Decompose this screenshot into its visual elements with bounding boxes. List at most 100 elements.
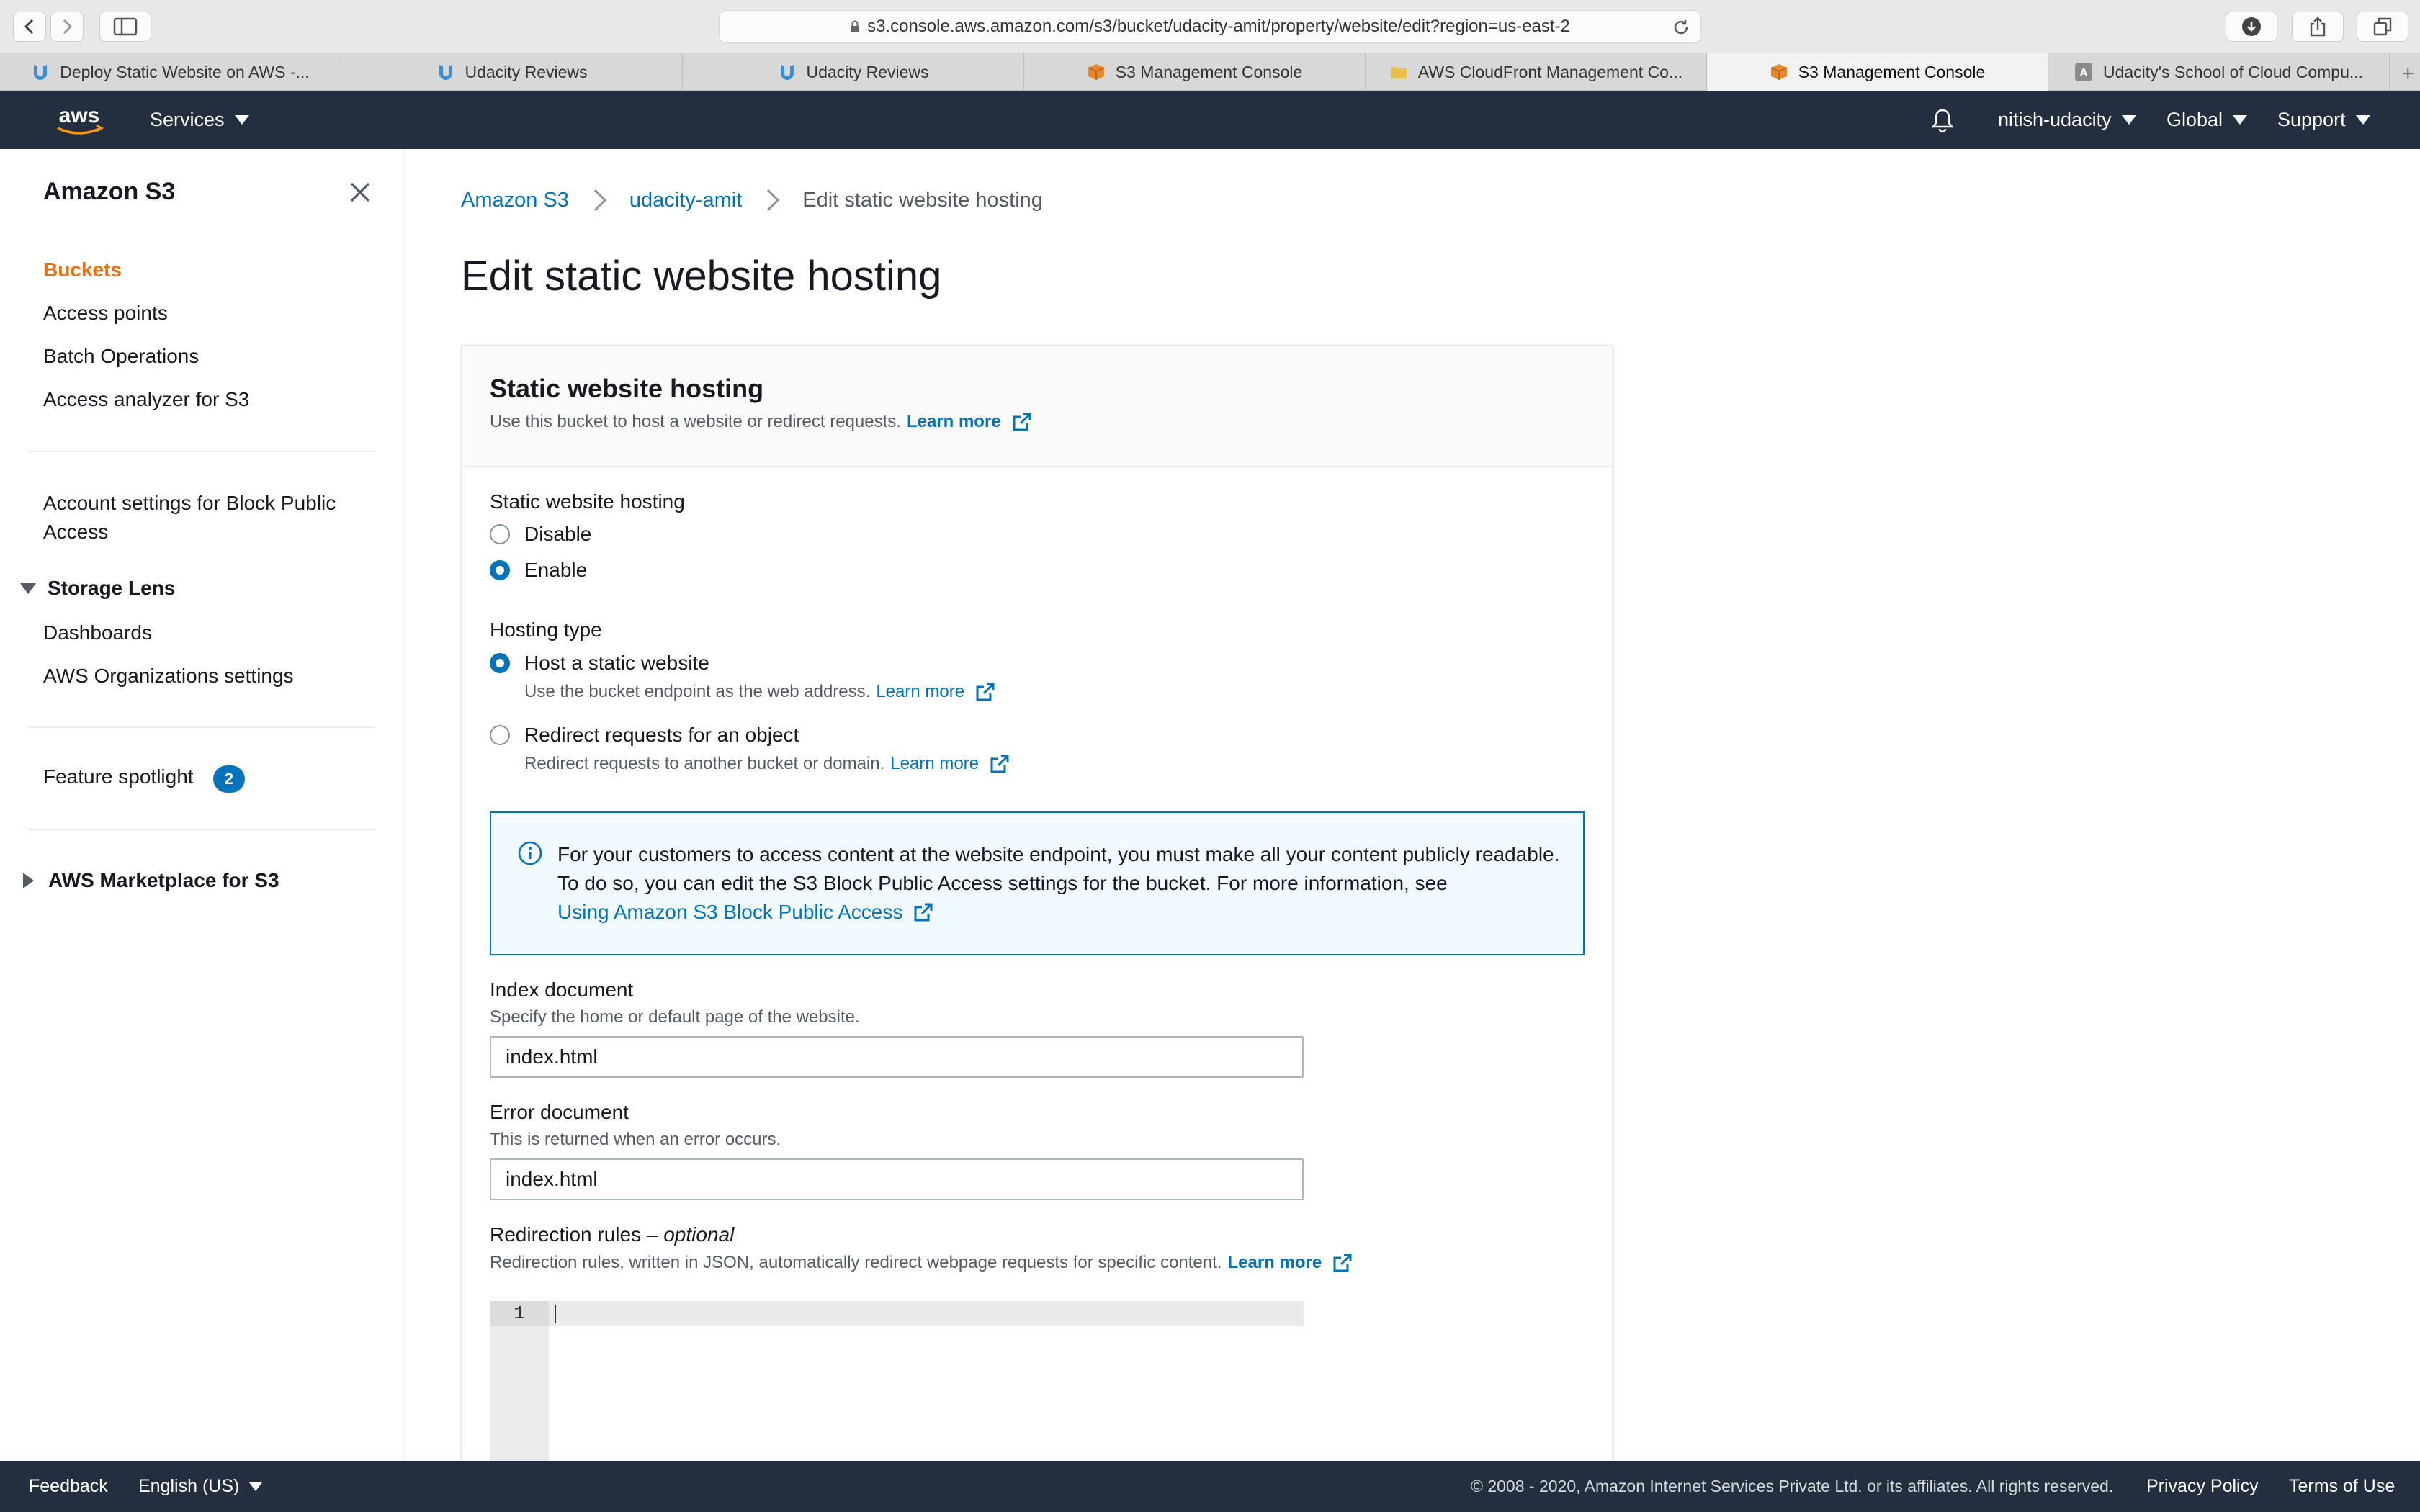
- downloads-button[interactable]: [2226, 12, 2277, 42]
- radio-checked[interactable]: [490, 653, 510, 673]
- forward-button[interactable]: [50, 12, 84, 42]
- browser-tab[interactable]: Udacity Reviews: [683, 53, 1024, 91]
- udacity-icon: [34, 65, 48, 80]
- share-icon: [2310, 17, 2326, 37]
- radio-unchecked[interactable]: [490, 524, 510, 544]
- caret-down-icon: [20, 582, 36, 594]
- redirect-requests-description: Redirect requests to another bucket or d…: [524, 753, 1010, 775]
- sidebar-section-storage-lens[interactable]: Storage Lens: [20, 577, 175, 600]
- services-menu[interactable]: Services: [150, 91, 249, 149]
- sidebar-toggle-button[interactable]: [99, 12, 151, 42]
- browser-tab[interactable]: S3 Management Console: [1024, 53, 1366, 91]
- radio-label: Redirect requests for an object: [524, 724, 799, 746]
- description-text: Redirection rules, written in JSON, auto…: [490, 1253, 1222, 1272]
- breadcrumb-bucket[interactable]: udacity-amit: [629, 189, 742, 212]
- radio-unchecked[interactable]: [490, 725, 510, 745]
- learn-more-link[interactable]: Learn more: [876, 682, 964, 702]
- text-cursor: [555, 1305, 556, 1323]
- external-link-icon[interactable]: [1332, 1252, 1353, 1274]
- option-description: Redirect requests to another bucket or d…: [524, 754, 885, 773]
- sidebar-item-access-points[interactable]: Access points: [43, 302, 168, 325]
- editor-gutter: [490, 1301, 549, 1467]
- option-description: Use the bucket endpoint as the web addre…: [524, 682, 871, 701]
- new-tab-button[interactable]: +: [2401, 62, 2414, 86]
- disable-radio-option[interactable]: Disable: [490, 523, 591, 546]
- chevron-right-icon: [767, 189, 780, 212]
- share-button[interactable]: [2292, 12, 2344, 42]
- index-document-input[interactable]: [490, 1036, 1304, 1078]
- sidebar-item-feature-spotlight[interactable]: Feature spotlight: [43, 765, 194, 788]
- notification-count-badge: 2: [213, 765, 245, 793]
- sidebar-item-batch-operations[interactable]: Batch Operations: [43, 345, 199, 368]
- chevron-left-icon: [24, 19, 34, 35]
- info-alert: For your customers to access content at …: [490, 811, 1585, 955]
- folder-icon: [1390, 67, 1407, 78]
- account-label: nitish-udacity: [1998, 109, 2112, 130]
- caret-down-icon: [2121, 115, 2136, 125]
- region-menu[interactable]: Global: [2166, 91, 2248, 149]
- terms-of-use-link[interactable]: Terms of Use: [2289, 1461, 2395, 1512]
- aws-cube-icon: [1088, 64, 1105, 80]
- account-menu[interactable]: nitish-udacity: [1998, 91, 2136, 149]
- reload-icon[interactable]: [1672, 18, 1690, 37]
- nav-divider: [27, 829, 375, 830]
- udacity-icon: [439, 65, 452, 80]
- feedback-link[interactable]: Feedback: [29, 1461, 108, 1512]
- caret-down-icon: [2355, 115, 2370, 125]
- sidebar-item-block-public-access[interactable]: Account settings for Block Public Access: [43, 489, 360, 546]
- sidebar-item-buckets[interactable]: Buckets: [43, 258, 122, 282]
- learn-more-link[interactable]: Learn more: [1227, 1253, 1322, 1273]
- address-bar[interactable]: s3.console.aws.amazon.com/s3/bucket/udac…: [719, 10, 1701, 43]
- breadcrumb: Amazon S3 udacity-amit Edit static websi…: [461, 186, 1043, 215]
- copyright-text: © 2008 - 2020, Amazon Internet Services …: [1471, 1477, 2114, 1495]
- external-link-icon[interactable]: [974, 681, 996, 703]
- error-document-input[interactable]: [490, 1158, 1304, 1200]
- host-static-website-option[interactable]: Host a static website: [490, 652, 709, 675]
- learn-more-link[interactable]: Learn more: [890, 754, 979, 774]
- aws-top-nav: aws Services nitish-udacity Global Suppo…: [0, 91, 2420, 149]
- enable-radio-option[interactable]: Enable: [490, 559, 587, 582]
- sidebar-item-access-analyzer[interactable]: Access analyzer for S3: [43, 388, 249, 411]
- index-document-label: Index document: [490, 978, 634, 1001]
- services-label: Services: [150, 109, 225, 130]
- panel-header: Static website hosting Use this bucket t…: [462, 346, 1612, 467]
- support-menu[interactable]: Support: [2277, 91, 2370, 149]
- external-link-icon[interactable]: [989, 753, 1010, 775]
- browser-tab-active[interactable]: S3 Management Console: [1707, 53, 2048, 91]
- index-document-description: Specify the home or default page of the …: [490, 1007, 860, 1027]
- notifications-button[interactable]: [1930, 91, 1955, 149]
- external-link-icon: [914, 903, 933, 922]
- sidebar-item-organizations-settings[interactable]: AWS Organizations settings: [43, 665, 294, 688]
- editor-active-line[interactable]: [549, 1301, 1304, 1326]
- back-button[interactable]: [13, 12, 46, 42]
- tab-strip: Deploy Static Website on AWS -... Udacit…: [0, 53, 2420, 91]
- tab-overview-button[interactable]: [2357, 12, 2408, 42]
- aws-logo[interactable]: aws: [50, 101, 108, 138]
- close-icon[interactable]: [347, 179, 373, 205]
- browser-tab[interactable]: AWS CloudFront Management Co...: [1366, 53, 1707, 91]
- learn-more-link[interactable]: Learn more: [907, 412, 1001, 432]
- tab-label: Deploy Static Website on AWS -...: [60, 62, 310, 81]
- radio-checked[interactable]: [490, 560, 510, 580]
- sidebar-item-dashboards[interactable]: Dashboards: [43, 621, 152, 644]
- sidebar-section-marketplace[interactable]: AWS Marketplace for S3: [20, 869, 279, 892]
- redirection-rules-editor[interactable]: 1: [490, 1301, 1304, 1467]
- breadcrumb-amazon-s3[interactable]: Amazon S3: [461, 189, 569, 212]
- browser-tab[interactable]: A Udacity's School of Cloud Compu...: [2048, 53, 2390, 91]
- support-label: Support: [2277, 109, 2346, 130]
- letter-a-icon: A: [2074, 63, 2092, 81]
- external-link-icon[interactable]: [1011, 411, 1033, 433]
- block-public-access-link[interactable]: Using Amazon S3 Block Public Access: [557, 898, 934, 927]
- info-alert-message: For your customers to access content at …: [557, 843, 1560, 894]
- breadcrumb-current: Edit static website hosting: [802, 188, 1043, 212]
- privacy-policy-link[interactable]: Privacy Policy: [2146, 1461, 2259, 1512]
- language-label: English (US): [138, 1476, 240, 1496]
- browser-tab[interactable]: Udacity Reviews: [341, 53, 683, 91]
- language-selector[interactable]: English (US): [138, 1461, 263, 1512]
- tab-label: S3 Management Console: [1115, 62, 1303, 81]
- url-text: s3.console.aws.amazon.com/s3/bucket/udac…: [867, 17, 1570, 36]
- browser-tab[interactable]: Deploy Static Website on AWS -...: [0, 53, 341, 91]
- redirect-requests-option[interactable]: Redirect requests for an object: [490, 724, 799, 747]
- tab-label: Udacity Reviews: [465, 62, 588, 81]
- chevron-right-icon: [63, 19, 73, 35]
